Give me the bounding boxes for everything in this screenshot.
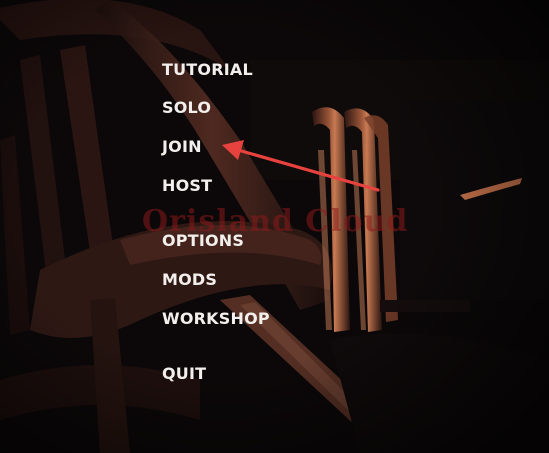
menu-item-options[interactable]: OPTIONS bbox=[162, 232, 244, 250]
menu-item-solo[interactable]: SOLO bbox=[162, 99, 211, 117]
main-menu-screen: Orisland Cloud TUTORIAL SOLO JOIN HOST O… bbox=[0, 0, 549, 453]
menu-item-mods[interactable]: MODS bbox=[162, 271, 217, 289]
menu-item-quit[interactable]: QUIT bbox=[162, 365, 206, 383]
chair-background-art bbox=[0, 0, 549, 453]
menu-item-tutorial[interactable]: TUTORIAL bbox=[162, 61, 253, 79]
menu-item-host[interactable]: HOST bbox=[162, 177, 212, 195]
menu-item-join[interactable]: JOIN bbox=[162, 138, 202, 156]
menu-item-workshop[interactable]: WORKSHOP bbox=[162, 310, 270, 328]
